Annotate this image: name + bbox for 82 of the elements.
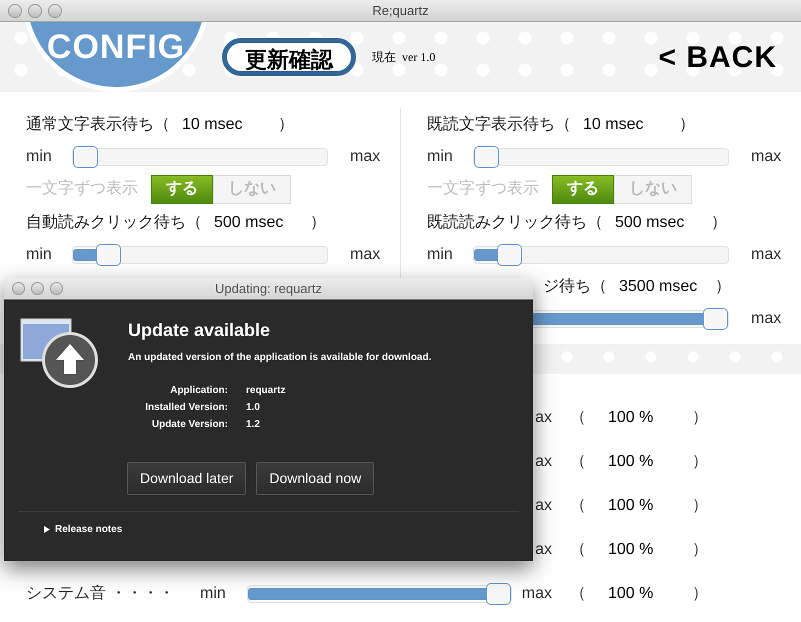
- setting-value: 500 msec: [615, 213, 686, 233]
- paren-text: ）: [692, 452, 708, 472]
- window-control-icon[interactable]: [50, 282, 63, 295]
- paren-text: ）: [711, 213, 727, 233]
- volume-value: 100 %: [608, 540, 654, 560]
- slider-thumb[interactable]: [474, 146, 499, 168]
- paren-text: ）: [692, 584, 708, 604]
- paren-text: ）: [679, 115, 695, 135]
- min-label: min: [200, 584, 227, 604]
- slider-track[interactable]: [473, 148, 729, 166]
- volume-value: 100 %: [608, 452, 654, 472]
- max-label: max: [350, 245, 380, 265]
- max-label: max: [522, 584, 552, 604]
- setting-label: 自動読みクリック待ち（: [26, 212, 202, 233]
- slider-thumb[interactable]: [96, 244, 121, 266]
- setting-value: 500 msec: [214, 213, 284, 233]
- dialog-heading: Update available: [128, 319, 272, 342]
- paren-text: ）: [278, 115, 294, 135]
- max-label: max: [751, 147, 782, 167]
- window-control-icon[interactable]: [31, 282, 44, 295]
- paren-text: （: [570, 496, 587, 516]
- back-button[interactable]: < BACK: [658, 34, 777, 80]
- release-notes-toggle[interactable]: Release notes: [44, 522, 122, 537]
- max-label: max: [350, 147, 380, 167]
- max-label: max: [751, 309, 782, 329]
- setting-value: 3500 msec: [619, 277, 698, 297]
- disclosure-triangle-icon: [44, 526, 50, 533]
- slider-thumb[interactable]: [496, 244, 522, 266]
- paren-text: ）: [692, 408, 708, 428]
- slider-track[interactable]: [72, 246, 328, 264]
- min-label: min: [427, 147, 454, 167]
- option-label: 一文字ずつ表示: [427, 178, 540, 199]
- volume-value: 100 %: [608, 584, 654, 604]
- window-control-icon[interactable]: [28, 4, 42, 18]
- min-label: min: [427, 245, 454, 265]
- info-label: Application:: [169, 384, 228, 398]
- max-label: ax: [535, 452, 552, 472]
- info-label: Update Version:: [150, 418, 228, 432]
- max-label: ax: [535, 540, 552, 560]
- window-control-icon[interactable]: [8, 4, 22, 18]
- info-label: Installed Version:: [144, 401, 228, 415]
- setting-label: ジ待ち（: [543, 277, 607, 297]
- setting-label: 既読読みクリック待ち（: [427, 212, 603, 233]
- slider-thumb[interactable]: [703, 308, 728, 330]
- slider-track[interactable]: [72, 148, 328, 166]
- volume-value: 100 %: [608, 408, 654, 428]
- update-check-button[interactable]: 更新確認: [222, 38, 356, 76]
- paren-text: （: [570, 540, 587, 560]
- info-value: 1.0: [246, 401, 261, 415]
- paren-text: ）: [310, 213, 326, 233]
- min-label: min: [26, 245, 53, 265]
- max-label: max: [751, 245, 782, 265]
- max-label: ax: [535, 408, 552, 428]
- paren-text: ）: [715, 277, 731, 297]
- paren-text: （: [570, 452, 587, 472]
- slider-track[interactable]: [473, 246, 729, 264]
- window-control-icon[interactable]: [48, 4, 62, 18]
- slider-track[interactable]: [247, 585, 512, 603]
- setting-value: 10 msec: [583, 115, 644, 135]
- max-label: ax: [535, 496, 552, 516]
- setting-label: 通常文字表示待ち（: [26, 114, 170, 135]
- setting-label: 既読文字表示待ち（: [427, 114, 571, 135]
- download-button[interactable]: Download later: [127, 462, 246, 495]
- window-control-icon[interactable]: [12, 282, 25, 295]
- version-text: 現在 ver 1.0: [372, 49, 436, 66]
- volume-value: 100 %: [608, 496, 654, 516]
- paren-text: （: [570, 408, 587, 428]
- volume-label: システム音 ・・・・: [25, 584, 176, 604]
- dialog-message: An updated version of the application is available for download.: [128, 351, 432, 365]
- slider-thumb[interactable]: [73, 146, 98, 168]
- option-label: 一文字ずつ表示: [26, 178, 139, 199]
- download-button[interactable]: Download now: [256, 462, 374, 495]
- dialog-title: Updating: requartz: [215, 280, 322, 298]
- paren-text: （: [570, 584, 587, 604]
- info-value: 1.2: [246, 418, 261, 432]
- paren-text: ）: [692, 540, 708, 560]
- slider-thumb[interactable]: [486, 583, 511, 605]
- window-title: Re;quartz: [372, 2, 429, 20]
- paren-text: ）: [692, 496, 708, 516]
- min-label: min: [26, 147, 53, 167]
- info-value: requartz: [246, 384, 286, 398]
- setting-value: 10 msec: [182, 115, 244, 135]
